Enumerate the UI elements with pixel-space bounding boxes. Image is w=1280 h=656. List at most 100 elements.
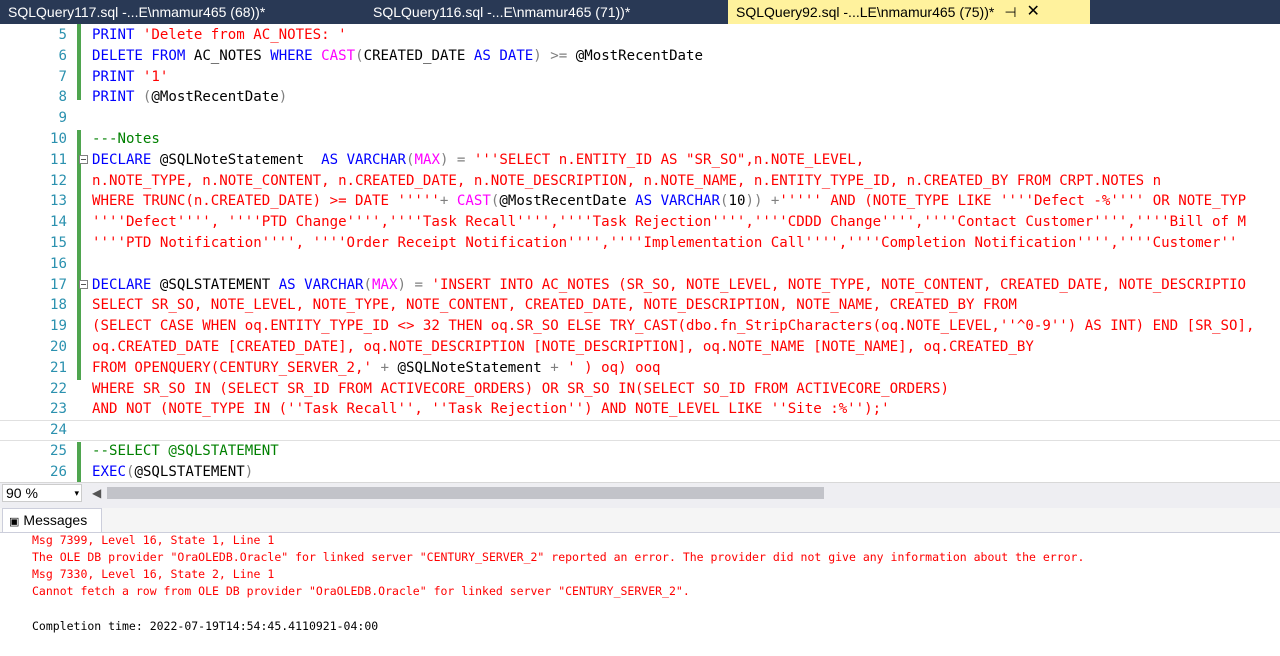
line-number: 6 bbox=[58, 47, 68, 64]
code-line[interactable]: 23 AND NOT (NOTE_TYPE IN (''Task Recall''… bbox=[0, 399, 1280, 420]
code-text: --SELECT @SQLSTATEMENT bbox=[92, 441, 279, 462]
line-number: 8 bbox=[58, 89, 68, 106]
code-token: (SELECT CASE WHEN oq.ENTITY_TYPE_ID <> 3… bbox=[92, 318, 1255, 335]
code-line[interactable]: 12 n.NOTE_TYPE, n.NOTE_CONTENT, n.CREATED… bbox=[0, 171, 1280, 192]
code-token: --SELECT @SQLSTATEMENT bbox=[92, 443, 279, 459]
collapse-icon[interactable] bbox=[79, 279, 88, 289]
error-message-line: Cannot fetch a row from OLE DB provider … bbox=[32, 584, 690, 598]
horizontal-scrollbar-thumb[interactable] bbox=[107, 487, 824, 499]
code-line[interactable]: 22 WHERE SR_SO IN (SELECT SR_ID FROM ACTI… bbox=[0, 379, 1280, 400]
code-line[interactable]: 16 bbox=[0, 254, 1280, 275]
zoom-level-select[interactable]: 90 % ▾ bbox=[2, 484, 82, 502]
code-token: ''''PTD Notification'''', ''''Order Rece… bbox=[92, 235, 1238, 251]
code-line[interactable]: 17 DECLARE @SQLSTATEMENT AS VARCHAR(MAX) … bbox=[0, 275, 1280, 296]
tab-label: SQLQuery92.sql -...LE\nmamur465 (75))* bbox=[736, 4, 995, 20]
completion-time: Completion time: 2022-07-19T14:54:45.411… bbox=[32, 619, 379, 633]
code-line[interactable]: 25 --SELECT @SQLSTATEMENT bbox=[0, 441, 1280, 462]
code-token: AS VARCHAR bbox=[321, 151, 406, 168]
line-number: 7 bbox=[58, 68, 68, 85]
code-token: oq.CREATED_DATE [CREATED_DATE], oq.NOTE_… bbox=[92, 339, 1034, 355]
code-token: WHERE SR_SO IN (SELECT SR_ID FROM ACTIVE… bbox=[92, 380, 950, 397]
tab-messages[interactable]: ▣ Messages bbox=[2, 508, 102, 532]
code-token: AND NOT (NOTE_TYPE IN (''Task Recall'', … bbox=[92, 401, 890, 418]
code-text: SELECT SR_SO, NOTE_LEVEL, NOTE_TYPE, NOT… bbox=[92, 295, 1017, 316]
code-token: AS VARCHAR bbox=[278, 276, 364, 293]
messages-tab-label: Messages bbox=[23, 512, 88, 528]
line-number: 21 bbox=[50, 359, 67, 376]
code-token: ( bbox=[355, 47, 364, 64]
line-number: 16 bbox=[50, 255, 67, 272]
code-token: 'Delete from AC_NOTES: ' bbox=[142, 27, 347, 43]
code-line[interactable]: 14 ''''Defect'''', ''''PTD Change'''','''… bbox=[0, 212, 1280, 233]
code-token: @SQLNoteStatement bbox=[159, 151, 322, 168]
code-token: @SQLSTATEMENT bbox=[159, 276, 279, 293]
code-token: EXEC bbox=[92, 463, 126, 480]
code-token: ---Notes bbox=[92, 131, 160, 147]
code-text: DECLARE @SQLNoteStatement AS VARCHAR(MAX… bbox=[92, 150, 864, 171]
code-token: 10 bbox=[728, 193, 746, 210]
code-text: WHERE SR_SO IN (SELECT SR_ID FROM ACTIVE… bbox=[92, 379, 949, 400]
collapse-icon[interactable] bbox=[79, 154, 88, 164]
code-line[interactable]: 15 ''''PTD Notification'''', ''''Order Re… bbox=[0, 233, 1280, 254]
tab-sqlquery116[interactable]: SQLQuery116.sql -...E\nmamur465 (71))* bbox=[365, 0, 728, 24]
line-number: 15 bbox=[50, 235, 67, 251]
code-token: WHERE bbox=[270, 47, 322, 64]
close-icon[interactable]: ✕ bbox=[1027, 0, 1040, 24]
code-token: ''''Defect'''', ''''PTD Change'''',''''T… bbox=[92, 214, 1246, 231]
code-line[interactable]: 24 bbox=[0, 420, 1280, 442]
code-line[interactable]: 8 PRINT (@MostRecentDate) bbox=[0, 87, 1280, 108]
code-token: AS DATE bbox=[473, 47, 534, 64]
code-line[interactable]: 19 (SELECT CASE WHEN oq.ENTITY_TYPE_ID <>… bbox=[0, 316, 1280, 337]
code-token: @MostRecentDate bbox=[151, 89, 279, 106]
code-text: n.NOTE_TYPE, n.NOTE_CONTENT, n.CREATED_D… bbox=[92, 171, 1161, 192]
document-tab-bar: SQLQuery117.sql -...E\nmamur465 (68))* S… bbox=[0, 0, 1280, 24]
error-message-line: The OLE DB provider "OraOLEDB.Oracle" fo… bbox=[32, 550, 1085, 564]
code-text: ''''Defect'''', ''''PTD Change'''',''''T… bbox=[92, 212, 1246, 233]
code-token: ) bbox=[278, 89, 288, 106]
code-token: + bbox=[380, 359, 398, 376]
line-number: 13 bbox=[50, 193, 67, 210]
code-text: DECLARE @SQLSTATEMENT AS VARCHAR(MAX) = … bbox=[92, 275, 1246, 296]
code-text: ---Notes bbox=[92, 129, 160, 150]
code-line[interactable]: 9 bbox=[0, 108, 1280, 129]
tab-sqlquery117[interactable]: SQLQuery117.sql -...E\nmamur465 (68))* bbox=[0, 0, 365, 24]
messages-pane[interactable]: Msg 7399, Level 16, State 1, Line 1 The … bbox=[0, 532, 1280, 656]
code-text: ''''PTD Notification'''', ''''Order Rece… bbox=[92, 233, 1238, 254]
code-token: DELETE FROM bbox=[92, 47, 194, 64]
code-text: FROM OPENQUERY(CENTURY_SERVER_2,' + @SQL… bbox=[92, 358, 661, 379]
tab-sqlquery92[interactable]: SQLQuery92.sql -...LE\nmamur465 (75))* ⊣… bbox=[728, 0, 1090, 24]
code-line[interactable]: 26 EXEC(@SQLSTATEMENT) bbox=[0, 462, 1280, 482]
code-text: oq.CREATED_DATE [CREATED_DATE], oq.NOTE_… bbox=[92, 337, 1034, 358]
results-tab-strip: ▣ Messages bbox=[0, 508, 1280, 532]
code-line[interactable]: 7 PRINT '1' bbox=[0, 67, 1280, 88]
code-line[interactable]: 10 ---Notes bbox=[0, 129, 1280, 150]
messages-icon: ▣ bbox=[9, 516, 20, 528]
line-number: 9 bbox=[58, 110, 68, 127]
code-token: + bbox=[439, 193, 457, 210]
code-token: ''''' AND (NOTE_TYPE LIKE ''''Defect -%'… bbox=[779, 193, 1247, 210]
code-token: MAX bbox=[372, 276, 398, 293]
code-text: PRINT (@MostRecentDate) bbox=[92, 87, 287, 108]
code-token: )) + bbox=[745, 193, 780, 210]
code-token: '1' bbox=[142, 68, 169, 85]
code-line[interactable]: 6 DELETE FROM AC_NOTES WHERE CAST(CREATED… bbox=[0, 46, 1280, 67]
code-line[interactable]: 5 PRINT 'Delete from AC_NOTES: ' bbox=[0, 25, 1280, 46]
code-token: CREATED_DATE bbox=[363, 47, 474, 64]
code-line[interactable]: 21 FROM OPENQUERY(CENTURY_SERVER_2,' + @S… bbox=[0, 358, 1280, 379]
code-token: @SQLSTATEMENT bbox=[134, 463, 245, 480]
line-number: 18 bbox=[50, 297, 67, 314]
code-token: ) bbox=[244, 463, 254, 480]
code-line[interactable]: 20 oq.CREATED_DATE [CREATED_DATE], oq.NOT… bbox=[0, 337, 1280, 358]
pin-icon[interactable]: ⊣ bbox=[1004, 0, 1016, 24]
code-line[interactable]: 11 DECLARE @SQLNoteStatement AS VARCHAR(M… bbox=[0, 150, 1280, 171]
code-token: @SQLNoteStatement bbox=[397, 359, 551, 376]
code-token: AC_NOTES bbox=[193, 47, 271, 64]
code-line[interactable]: 13 WHERE TRUNC(n.CREATED_DATE) >= DATE ''… bbox=[0, 191, 1280, 212]
code-text: PRINT 'Delete from AC_NOTES: ' bbox=[92, 25, 347, 46]
scroll-left-icon[interactable]: ◀ bbox=[92, 486, 101, 500]
query-editor[interactable]: 5 PRINT 'Delete from AC_NOTES: ' 6 DELETE F… bbox=[0, 24, 1280, 482]
code-line[interactable]: 18 SELECT SR_SO, NOTE_LEVEL, NOTE_TYPE, N… bbox=[0, 295, 1280, 316]
line-number: 12 bbox=[50, 172, 67, 189]
code-text: PRINT '1' bbox=[92, 67, 168, 88]
editor-status-bar: 90 % ▾ ◀ bbox=[0, 482, 1280, 503]
